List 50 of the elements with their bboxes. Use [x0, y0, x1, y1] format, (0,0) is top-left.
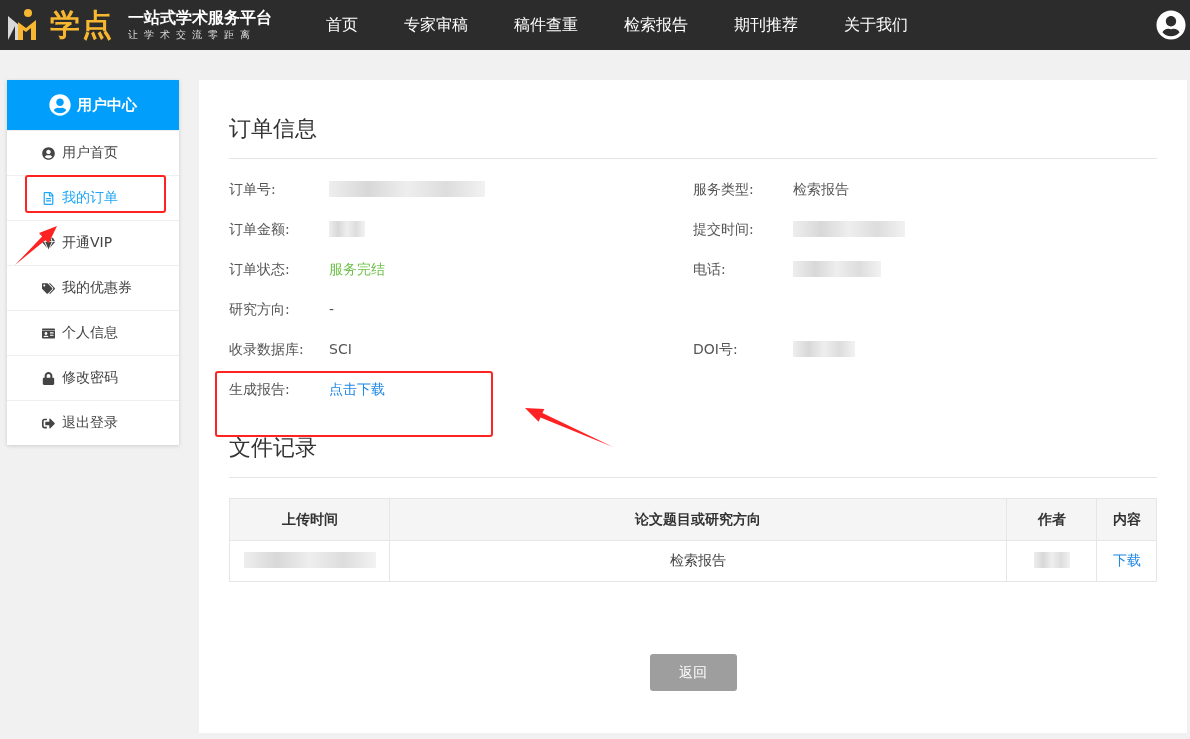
- sidebar-title: 用户中心: [77, 95, 137, 115]
- field-label: 订单号:: [229, 181, 276, 197]
- sidebar-item[interactable]: 个人信息: [7, 310, 179, 355]
- nav-link[interactable]: 期刊推荐: [734, 14, 798, 36]
- field-label: 收录数据库:: [229, 341, 304, 357]
- field-label: 电话:: [693, 261, 726, 277]
- column-header: 上传时间: [229, 498, 390, 541]
- nav-link[interactable]: 首页: [326, 14, 358, 36]
- section-title: 订单信息: [229, 110, 1157, 159]
- nav-link[interactable]: 关于我们: [844, 14, 908, 36]
- column-header: 内容: [1096, 498, 1157, 541]
- field-value: 检索报告: [793, 181, 849, 197]
- field-value: SCI: [329, 341, 352, 357]
- column-header: 作者: [1006, 498, 1097, 541]
- sidebar-item[interactable]: 退出登录: [7, 400, 179, 445]
- logo-motto: 让学术交流零距离: [128, 28, 257, 42]
- id-card-icon: [42, 326, 55, 340]
- logo-name: 学点: [50, 5, 114, 44]
- section-title: 文件记录: [229, 429, 1157, 478]
- nav-link[interactable]: 稿件查重: [514, 14, 578, 36]
- field-label: 订单金额:: [229, 221, 290, 237]
- field-label: 订单状态:: [229, 261, 290, 277]
- blurred-value: [1033, 551, 1070, 568]
- tag-icon: [42, 281, 55, 295]
- table-cell: 检索报告: [389, 540, 1007, 582]
- sidebar-item[interactable]: 我的优惠券: [7, 265, 179, 310]
- field-label: 生成报告:: [229, 381, 290, 397]
- nav-link[interactable]: 专家审稿: [404, 14, 468, 36]
- field-label: 服务类型:: [693, 181, 754, 197]
- logout-icon: [42, 416, 55, 430]
- annotation-arrow: [15, 226, 57, 265]
- download-link[interactable]: 下载: [1112, 552, 1141, 568]
- download-link[interactable]: 点击下载: [329, 381, 385, 397]
- logo-slogan: 一站式学术服务平台: [128, 8, 272, 28]
- sidebar-item[interactable]: 修改密码: [7, 355, 179, 400]
- document-icon: [42, 191, 55, 205]
- field-label: 研究方向:: [229, 301, 290, 317]
- field-label: DOI号:: [693, 341, 738, 357]
- user-icon: [49, 94, 71, 116]
- blurred-value: [329, 221, 365, 237]
- lock-icon: [42, 371, 55, 385]
- user-icon: [42, 146, 55, 160]
- field-label: 提交时间:: [693, 221, 754, 237]
- avatar-icon[interactable]: [1156, 10, 1186, 40]
- field-value: 服务完结: [329, 261, 385, 277]
- blurred-value: [793, 341, 855, 357]
- field-value: -: [329, 301, 335, 317]
- sidebar-item[interactable]: 用户首页: [7, 130, 179, 175]
- column-header: 论文题目或研究方向: [389, 498, 1007, 541]
- nav-link[interactable]: 检索报告: [624, 14, 688, 36]
